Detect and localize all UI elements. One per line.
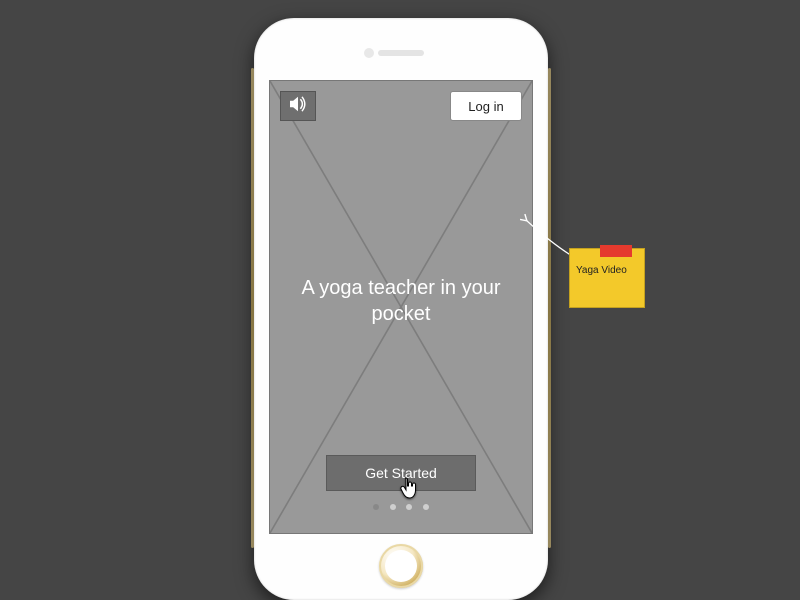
app-screen: Log in A yoga teacher in your pocket Get… — [269, 80, 533, 534]
get-started-button[interactable]: Get Started — [326, 455, 476, 491]
phone-speaker — [378, 50, 424, 56]
page-dot[interactable] — [406, 504, 412, 510]
page-indicator[interactable] — [270, 497, 532, 515]
page-dot[interactable] — [390, 504, 396, 510]
phone-camera — [364, 48, 374, 58]
headline-text: A yoga teacher in your pocket — [270, 275, 532, 327]
page-dot[interactable] — [373, 504, 379, 510]
login-button-label: Log in — [468, 99, 503, 114]
speaker-icon — [288, 96, 308, 117]
home-button[interactable] — [379, 544, 423, 588]
login-button[interactable]: Log in — [450, 91, 522, 121]
annotation-sticky-note[interactable]: Yaga Video — [569, 248, 645, 308]
page-dot[interactable] — [423, 504, 429, 510]
sticky-note-text: Yaga Video — [576, 265, 627, 276]
phone-frame: Log in A yoga teacher in your pocket Get… — [254, 18, 548, 600]
sticky-note-tab — [600, 245, 632, 257]
sound-toggle-button[interactable] — [280, 91, 316, 121]
get-started-label: Get Started — [365, 465, 437, 481]
